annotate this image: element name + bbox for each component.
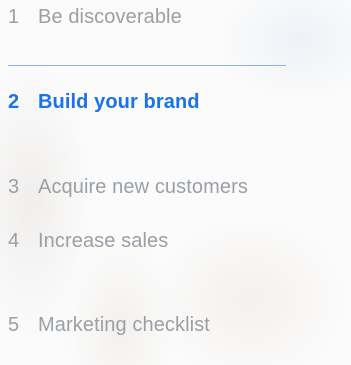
step-number: 5	[8, 314, 20, 336]
step-item-be-discoverable[interactable]: 1 Be discoverable	[8, 6, 182, 29]
step-label: Acquire new customers	[38, 176, 248, 198]
step-label: Build your brand	[38, 91, 200, 113]
step-number: 4	[8, 230, 20, 252]
step-item-acquire-new-customers[interactable]: 3 Acquire new customers	[8, 176, 248, 199]
step-item-marketing-checklist[interactable]: 5 Marketing checklist	[8, 314, 210, 337]
step-number: 1	[8, 6, 20, 28]
step-item-increase-sales[interactable]: 4 Increase sales	[8, 230, 168, 253]
step-label: Marketing checklist	[38, 314, 210, 336]
step-label: Increase sales	[38, 230, 169, 252]
step-number: 3	[8, 176, 20, 198]
step-item-build-your-brand[interactable]: 2 Build your brand	[8, 91, 200, 114]
active-step-divider	[8, 65, 286, 66]
step-number: 2	[8, 91, 20, 113]
step-label: Be discoverable	[38, 6, 182, 28]
step-navigation: 1 Be discoverable 2 Build your brand 3 A…	[0, 0, 351, 365]
